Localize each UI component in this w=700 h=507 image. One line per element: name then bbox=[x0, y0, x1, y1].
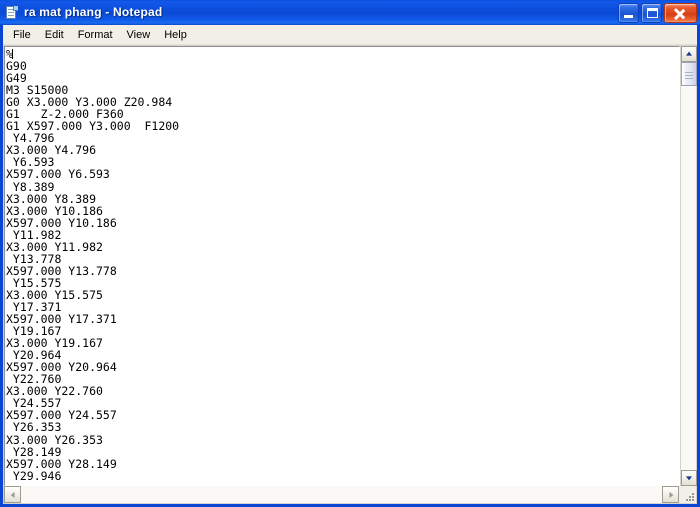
vertical-scrollbar[interactable] bbox=[680, 46, 697, 486]
scroll-left-button[interactable] bbox=[4, 486, 21, 503]
menu-item-edit[interactable]: Edit bbox=[38, 26, 71, 44]
scroll-right-button[interactable] bbox=[662, 486, 679, 503]
document-line: X3.000 Y8.389 bbox=[6, 191, 97, 206]
text-editor[interactable]: % G90 G49 M3 S15000 G0 X3.000 Y3.000 Z20.984… bbox=[4, 46, 680, 486]
document-line: X3.000 Y26.353 bbox=[6, 432, 103, 447]
vertical-scroll-thumb[interactable] bbox=[681, 62, 697, 86]
title-bar[interactable]: ra mat phang - Notepad bbox=[0, 0, 700, 25]
scroll-right-arrow-icon bbox=[668, 491, 673, 498]
minimize-icon bbox=[624, 14, 633, 18]
vertical-scroll-track[interactable] bbox=[681, 62, 697, 470]
resize-grip-icon bbox=[683, 490, 694, 501]
document-line: X3.000 Y4.796 bbox=[6, 143, 97, 158]
scroll-down-button[interactable] bbox=[681, 470, 697, 486]
menu-item-format[interactable]: Format bbox=[71, 26, 120, 44]
notepad-window: ra mat phang - Notepad File Edit Format … bbox=[0, 0, 700, 507]
window-controls bbox=[618, 2, 697, 23]
document-text[interactable]: % G90 G49 M3 S15000 G0 X3.000 Y3.000 Z20.984… bbox=[5, 47, 679, 482]
scroll-up-arrow-icon bbox=[686, 51, 692, 56]
document-line: X597.000 Y20.964 bbox=[6, 360, 117, 375]
document-line: Y8.389 bbox=[6, 179, 55, 194]
document-line: X597.000 Y13.778 bbox=[6, 263, 117, 278]
document-line: Y19.167 bbox=[6, 324, 62, 339]
document-line: X597.000 Y28.149 bbox=[6, 456, 117, 471]
resize-grip[interactable] bbox=[679, 486, 696, 503]
close-button[interactable] bbox=[664, 2, 697, 23]
document-line: Y11.982 bbox=[6, 227, 62, 242]
document-line: X597.000 Y24.557 bbox=[6, 408, 117, 423]
document-line: G49 bbox=[6, 71, 27, 86]
document-line: Y29.946 bbox=[6, 468, 62, 483]
scroll-down-arrow-icon bbox=[686, 476, 692, 481]
menu-bar: File Edit Format View Help bbox=[3, 25, 697, 45]
document-line: Y15.575 bbox=[6, 275, 62, 290]
document-line: % bbox=[6, 47, 13, 61]
document-line: Y28.149 bbox=[6, 444, 62, 459]
text-caret bbox=[11, 49, 13, 59]
scroll-left-arrow-icon bbox=[10, 491, 15, 498]
document-line: X597.000 Y6.593 bbox=[6, 167, 110, 182]
menu-item-help[interactable]: Help bbox=[157, 26, 194, 44]
document-line: X3.000 Y11.982 bbox=[6, 239, 103, 254]
document-line: G1 X597.000 Y3.000 F1200 bbox=[6, 119, 180, 134]
document-line: X3.000 Y15.575 bbox=[6, 287, 103, 302]
maximize-button[interactable] bbox=[641, 2, 662, 23]
document-line: Y22.760 bbox=[6, 372, 62, 387]
close-icon bbox=[665, 4, 696, 22]
document-line: Y26.353 bbox=[6, 420, 62, 435]
minimize-button[interactable] bbox=[618, 2, 639, 23]
window-title: ra mat phang - Notepad bbox=[24, 5, 163, 19]
menu-item-file[interactable]: File bbox=[6, 26, 38, 44]
horizontal-scrollbar[interactable] bbox=[4, 486, 696, 503]
client-area: File Edit Format View Help % G90 G49 M3 S15… bbox=[0, 25, 700, 507]
notepad-document-icon bbox=[4, 5, 20, 21]
document-line: X3.000 Y22.760 bbox=[6, 384, 103, 399]
document-line: X3.000 Y19.167 bbox=[6, 336, 103, 351]
editor-row: % G90 G49 M3 S15000 G0 X3.000 Y3.000 Z20.984… bbox=[3, 45, 697, 486]
document-line: X3.000 Y10.186 bbox=[6, 203, 103, 218]
document-line: G90 bbox=[6, 59, 27, 74]
menu-item-view[interactable]: View bbox=[120, 26, 158, 44]
document-line: Y4.796 bbox=[6, 131, 55, 146]
scroll-up-button[interactable] bbox=[681, 46, 697, 62]
maximize-icon bbox=[647, 7, 658, 18]
document-line: X597.000 Y10.186 bbox=[6, 215, 117, 230]
horizontal-scroll-track[interactable] bbox=[21, 486, 662, 503]
document-line: X597.000 Y17.371 bbox=[6, 312, 117, 327]
